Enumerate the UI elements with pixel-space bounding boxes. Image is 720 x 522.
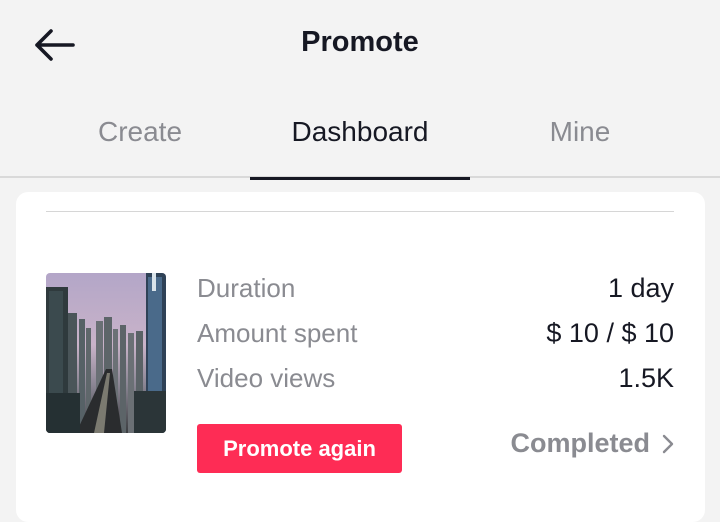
amount-spent-value: $ 10 / $ 10 xyxy=(546,318,674,348)
header: Promote xyxy=(0,0,720,90)
page-title: Promote xyxy=(301,26,419,58)
video-views-label: Video views xyxy=(197,363,336,393)
tab-mine-label: Mine xyxy=(549,116,611,147)
city-skyline-image xyxy=(46,273,166,433)
chevron-right-icon xyxy=(662,434,674,454)
tab-dashboard[interactable]: Dashboard xyxy=(250,100,470,180)
tab-create-label: Create xyxy=(97,116,183,147)
duration-value: 1 day xyxy=(607,273,674,303)
tab-bar: Create Dashboard Mine xyxy=(0,100,720,180)
promote-again-button[interactable]: Promote again xyxy=(197,424,402,473)
active-tab-indicator xyxy=(250,177,470,180)
amount-spent-label: Amount spent xyxy=(197,318,358,348)
divider xyxy=(46,211,674,212)
video-thumbnail[interactable] xyxy=(46,273,166,433)
duration-label: Duration xyxy=(197,273,296,303)
video-views-value: 1.5K xyxy=(618,363,674,393)
status-label: Completed xyxy=(510,428,650,458)
tab-mine[interactable]: Mine xyxy=(470,100,690,178)
tab-dashboard-label: Dashboard xyxy=(291,116,429,147)
status-link[interactable]: Completed xyxy=(510,428,674,459)
promotion-card: Duration 1 day Amount spent $ 10 / $ 10 … xyxy=(16,192,705,522)
tab-create[interactable]: Create xyxy=(30,100,250,178)
